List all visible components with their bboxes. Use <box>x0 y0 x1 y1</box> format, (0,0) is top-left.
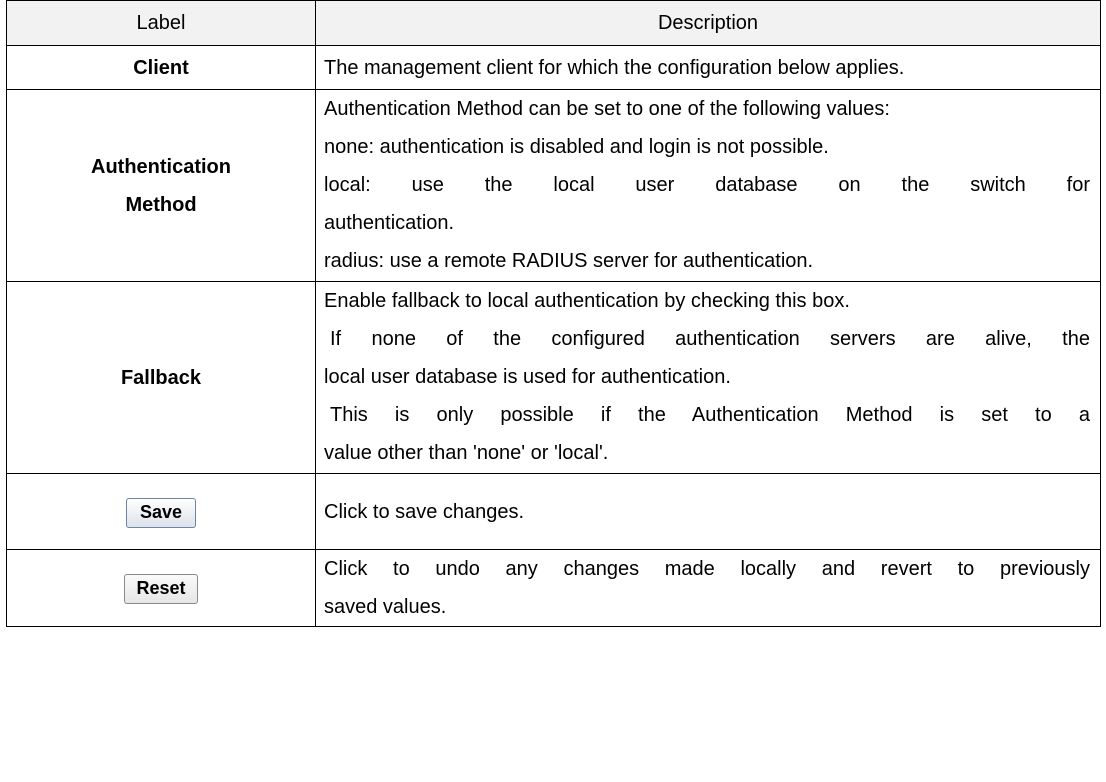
row-description-reset: Click to undo any changes made locally a… <box>315 549 1101 627</box>
description-line: Click to save changes. <box>324 500 525 523</box>
row-description-fallback: Enable fallback to local authentication … <box>315 281 1101 474</box>
table-row: Reset Click to undo any changes made loc… <box>6 549 1101 627</box>
description-line: This is only possible if the Authenticat… <box>330 404 1090 426</box>
row-label-line: Authentication <box>91 155 231 178</box>
table-row: Fallback Enable fallback to local authen… <box>6 281 1101 474</box>
description-line: local: use the local user database on th… <box>324 174 1090 196</box>
description-line: Click to undo any changes made locally a… <box>324 558 1090 580</box>
description-line: The management client for which the conf… <box>324 56 905 79</box>
row-description-save: Click to save changes. <box>315 473 1101 550</box>
description-line: value other than 'none' or 'local'. <box>324 442 609 464</box>
row-description-client: The management client for which the conf… <box>315 45 1101 90</box>
description-table: Label Description Client The management … <box>6 0 1101 627</box>
description-line: none: authentication is disabled and log… <box>324 136 829 158</box>
table-row: Save Click to save changes. <box>6 473 1101 550</box>
row-label-client: Client <box>6 45 316 90</box>
description-line: radius: use a remote RADIUS server for a… <box>324 250 814 272</box>
row-label-reset: Reset <box>6 549 316 627</box>
description-line: authentication. <box>324 212 455 234</box>
reset-button[interactable]: Reset <box>124 574 198 604</box>
row-label-save: Save <box>6 473 316 550</box>
row-label-fallback: Fallback <box>6 281 316 474</box>
row-description-authentication-method: Authentication Method can be set to one … <box>315 89 1101 282</box>
table-row: Authentication Method Authentication Met… <box>6 89 1101 282</box>
description-line: saved values. <box>324 596 447 618</box>
description-line: Authentication Method can be set to one … <box>324 98 890 120</box>
description-line: Enable fallback to local authentication … <box>324 290 850 312</box>
save-button[interactable]: Save <box>126 497 196 528</box>
row-label-line: Method <box>125 193 197 216</box>
header-row: Label Description <box>6 0 1101 46</box>
label-column-header: Label <box>6 0 316 46</box>
description-line: If none of the configured authentication… <box>330 328 1090 350</box>
row-label-authentication-method: Authentication Method <box>6 89 316 282</box>
description-line: local user database is used for authenti… <box>324 366 731 388</box>
description-column-header: Description <box>315 0 1101 46</box>
table-row: Client The management client for which t… <box>6 45 1101 90</box>
